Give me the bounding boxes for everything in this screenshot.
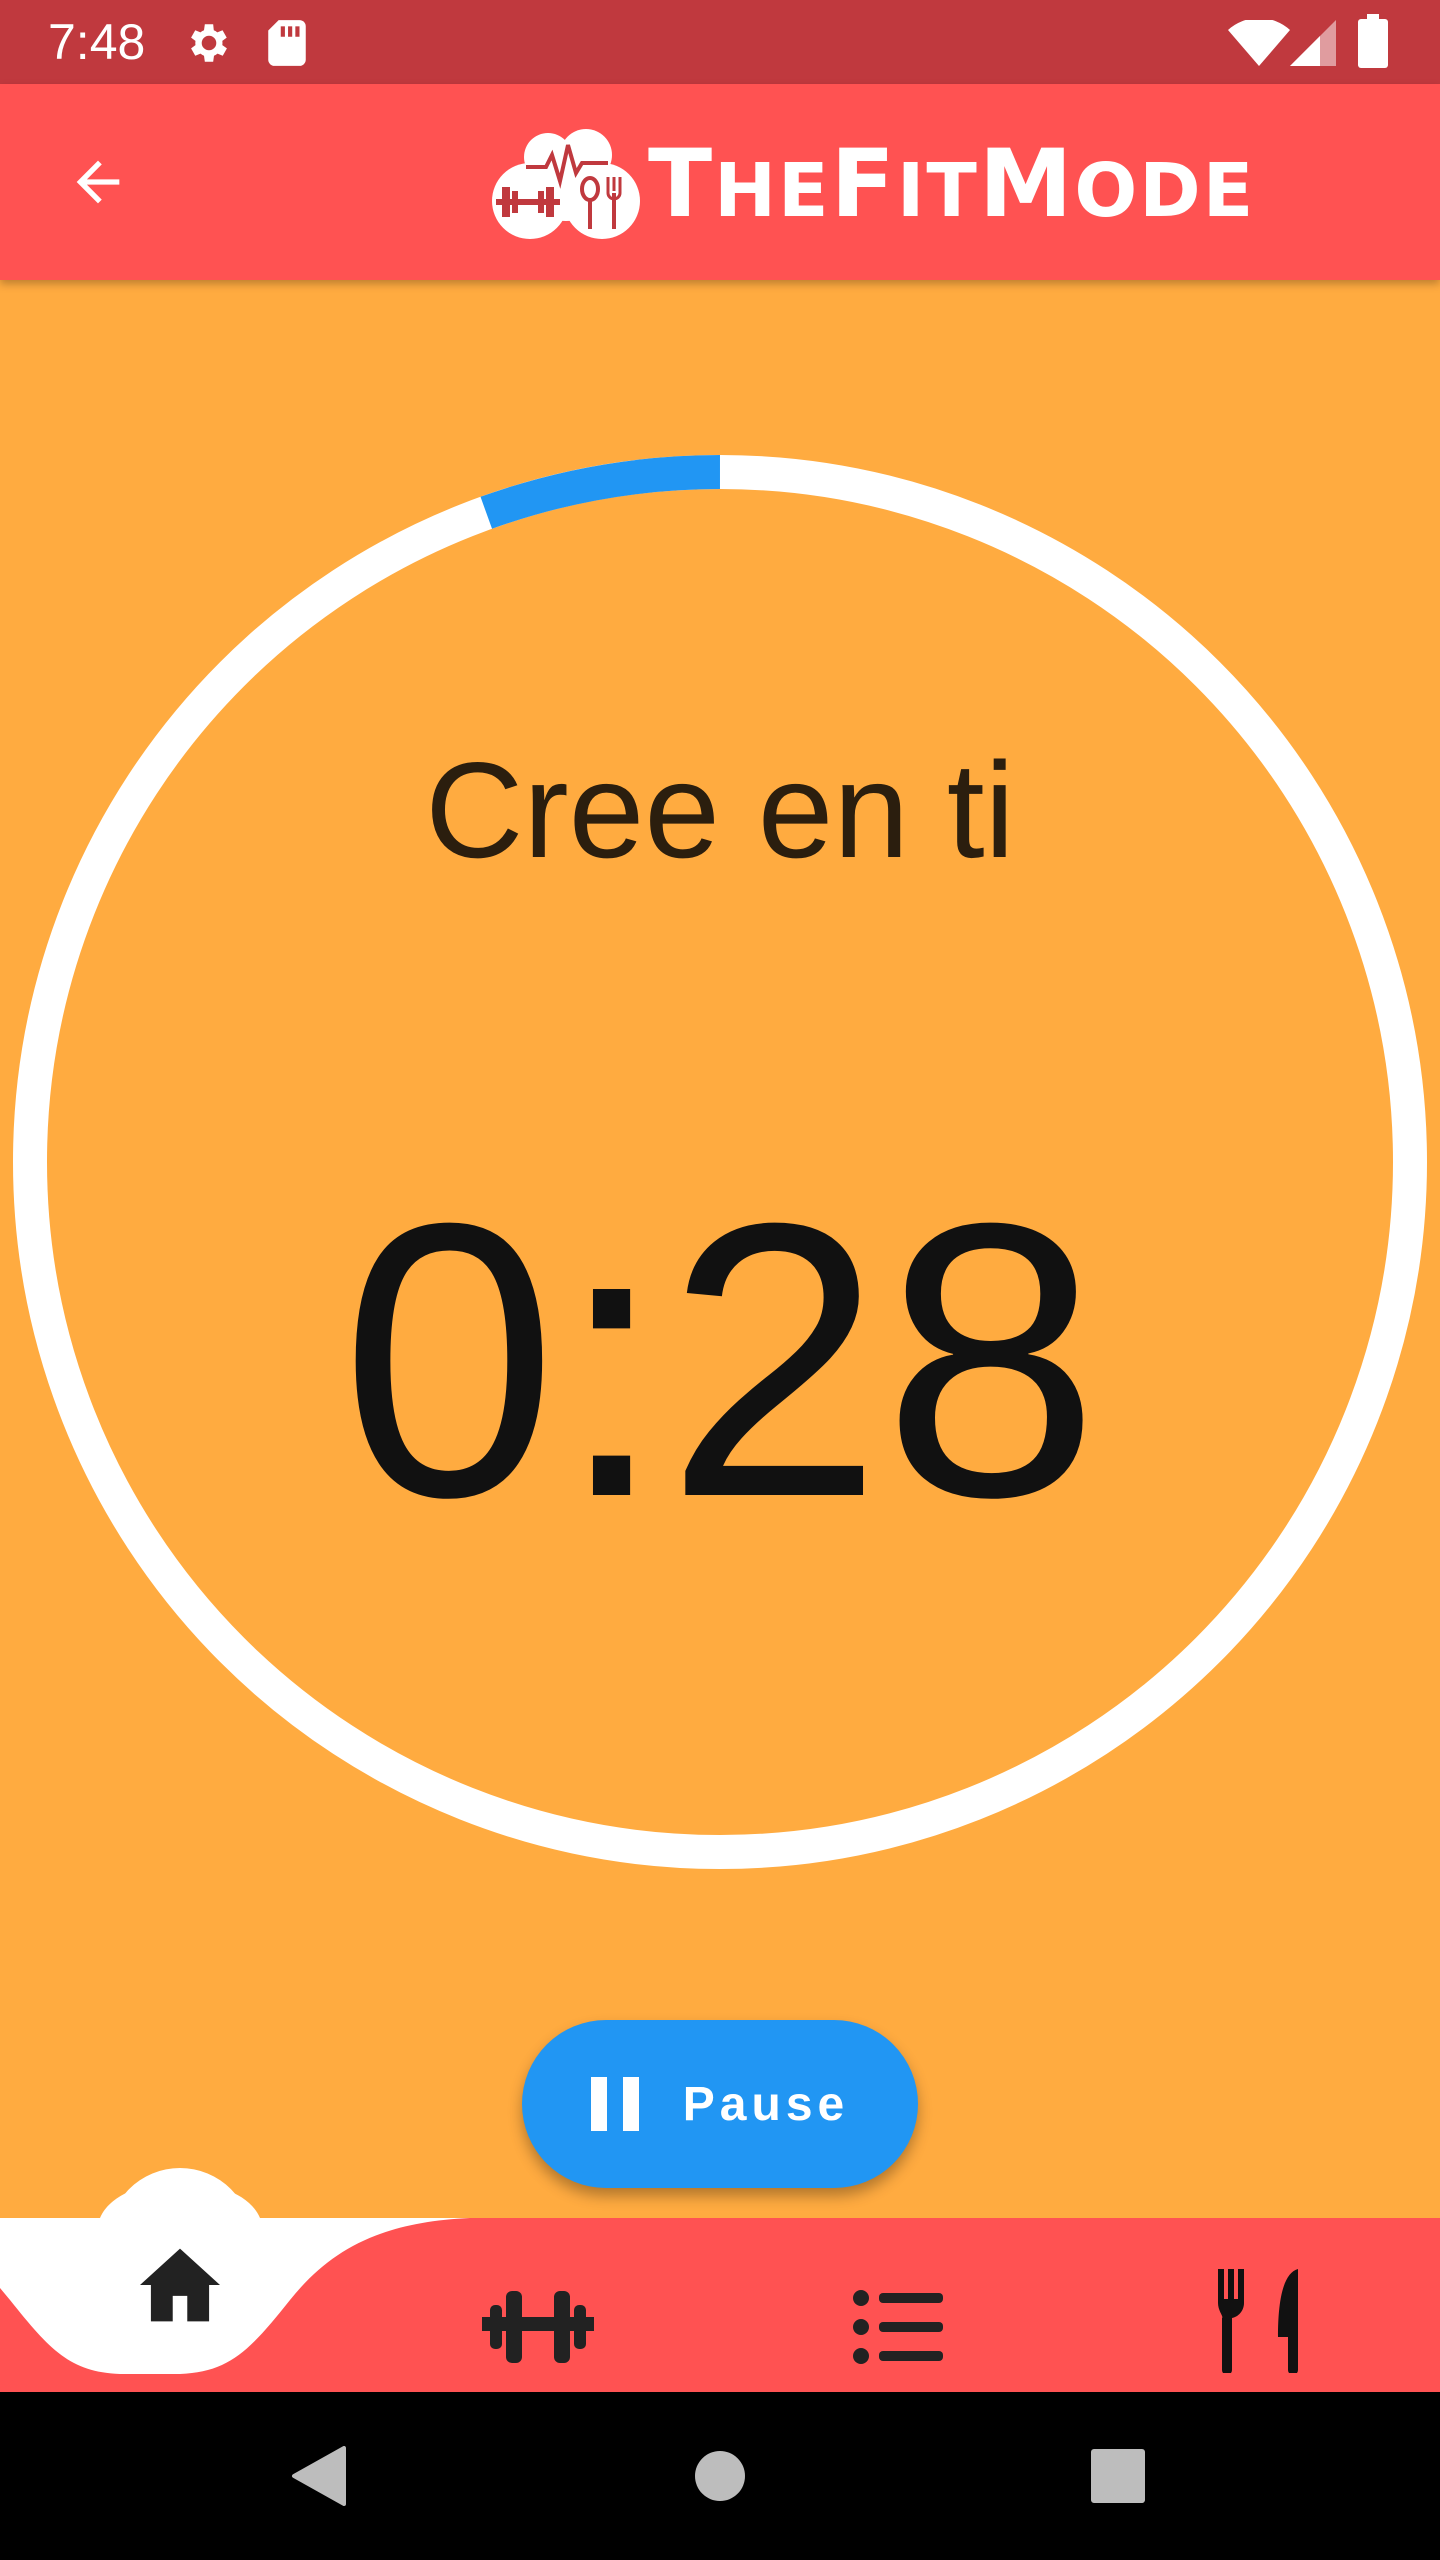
app-bar: THEFITMODE [0, 84, 1440, 280]
system-recents-button[interactable] [1068, 2426, 1168, 2526]
back-triangle-icon [292, 2446, 346, 2506]
pause-icon [590, 2077, 639, 2131]
nav-workouts[interactable] [463, 2252, 613, 2402]
sd-card-icon [268, 20, 306, 66]
dumbbell-icon [482, 2291, 594, 2363]
signal-icon [1290, 20, 1336, 66]
system-home-button[interactable] [670, 2426, 770, 2526]
pause-label: Pause [682, 2077, 850, 2131]
settings-icon [191, 24, 227, 62]
bottom-nav [0, 2160, 1440, 2392]
system-nav-bar [0, 2392, 1440, 2560]
timer-value: 0:28 [340, 1142, 1100, 1578]
wifi-icon [1228, 20, 1290, 66]
back-button[interactable] [50, 134, 146, 230]
nav-list[interactable] [823, 2252, 973, 2402]
logo-text: THEFITMODE [648, 130, 1256, 239]
app-logo: THEFITMODE [490, 110, 1255, 260]
fork-knife-icon [1218, 2269, 1298, 2373]
home-icon [140, 2248, 220, 2322]
arrow-back-icon [76, 160, 120, 204]
system-back-button[interactable] [268, 2426, 368, 2526]
motivation-text: Cree en ti [425, 734, 1015, 886]
list-icon [853, 2290, 943, 2364]
home-circle-icon [695, 2451, 745, 2501]
logo-emblem-icon [492, 129, 640, 239]
status-time: 7:48 [48, 14, 146, 70]
nav-home[interactable] [105, 2210, 255, 2360]
nav-nutrition[interactable] [1185, 2246, 1335, 2396]
status-bar: 7:48 [0, 0, 1440, 84]
battery-icon [1358, 14, 1388, 68]
recents-square-icon [1091, 2449, 1145, 2503]
